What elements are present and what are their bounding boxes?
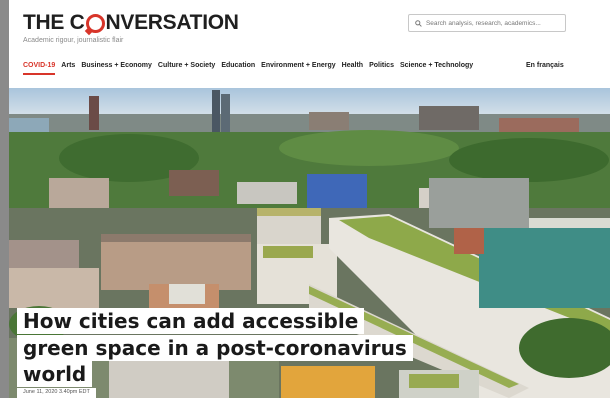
search-input[interactable] (425, 19, 565, 27)
main-nav: COVID-19 Arts Business + Economy Culture… (23, 62, 479, 76)
search-icon (415, 19, 422, 27)
nav-item-covid-19[interactable]: COVID-19 (23, 62, 56, 75)
nav-item-environment-energy[interactable]: Environment + Energy (261, 62, 336, 69)
nav-item-education[interactable]: Education (221, 62, 255, 69)
site-logo[interactable]: THE C NVERSATION (23, 11, 239, 35)
nav-item-culture-society[interactable]: Culture + Society (158, 62, 215, 69)
nav-item-politics[interactable]: Politics (369, 62, 394, 69)
logo-text-end: NVERSATION (105, 11, 239, 34)
nav-item-arts[interactable]: Arts (61, 62, 75, 69)
search-box[interactable] (408, 14, 566, 32)
headline-line-1: How cities can add accessible (17, 308, 365, 334)
headline-line-2: green space in a post-coronavirus (17, 334, 413, 361)
article-dateline: June 11, 2020 3.40pm EDT (17, 388, 96, 398)
page-frame: THE C NVERSATION Academic rigour, journal… (9, 0, 610, 398)
site-header: THE C NVERSATION Academic rigour, journal… (9, 0, 610, 88)
nav-item-science-technology[interactable]: Science + Technology (400, 62, 473, 69)
language-link[interactable]: En français (526, 62, 564, 69)
headline-line-3: world (17, 361, 93, 387)
site-tagline: Academic rigour, journalistic flair (23, 37, 124, 44)
nav-item-business-economy[interactable]: Business + Economy (81, 62, 152, 69)
speech-bubble-icon (85, 13, 105, 33)
nav-item-health[interactable]: Health (342, 62, 363, 69)
article-headline[interactable]: How cities can add accessible green spac… (17, 308, 437, 388)
logo-text-start: THE C (23, 11, 85, 34)
